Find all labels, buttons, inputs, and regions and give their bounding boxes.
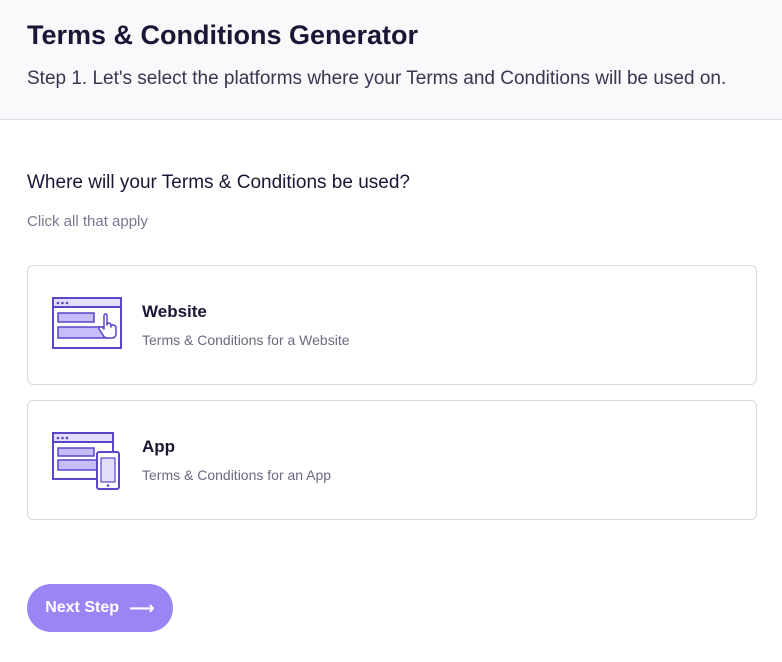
selection-hint: Click all that apply: [27, 213, 148, 230]
website-option-title: Website: [142, 302, 207, 321]
next-step-button[interactable]: Next Step ⟶: [27, 584, 173, 632]
next-step-label: Next Step: [45, 599, 119, 616]
app-option-card[interactable]: App Terms & Conditions for an App: [27, 400, 757, 520]
arrow-right-icon: ⟶: [128, 598, 155, 618]
step-description: Step 1. Let's select the platforms where…: [27, 68, 727, 89]
app-option-description: Terms & Conditions for an App: [142, 467, 332, 483]
website-icon: [52, 296, 124, 356]
app-option-title: App: [142, 437, 176, 456]
page-title: Terms & Conditions Generator: [27, 20, 419, 50]
website-option-description: Terms & Conditions for a Website: [142, 332, 350, 348]
app-icon: [52, 431, 124, 491]
website-option-card[interactable]: Website Terms & Conditions for a Website: [27, 265, 757, 385]
platform-question: Where will your Terms & Conditions be us…: [27, 172, 410, 193]
page-header: Terms & Conditions Generator Step 1. Let…: [0, 0, 782, 120]
